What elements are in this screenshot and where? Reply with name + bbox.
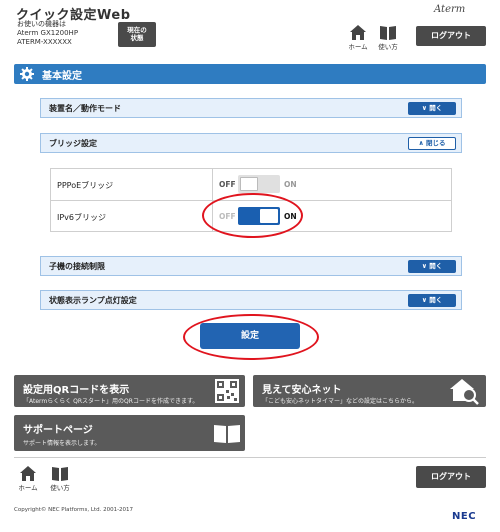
- tile-title: 見えて安心ネット: [262, 385, 342, 396]
- open-button[interactable]: ∨ 開く: [408, 102, 456, 115]
- accordion-bridge[interactable]: ブリッジ設定 ∧ 閉じる: [40, 133, 462, 153]
- model-sub: ATERM-XXXXXX: [17, 38, 72, 46]
- highlight-ellipse-ipv6: [202, 193, 303, 238]
- status-label-line1: 現在の: [127, 26, 147, 34]
- pppoe-bridge-toggle[interactable]: [238, 175, 280, 193]
- open-button[interactable]: ∨ 開く: [408, 294, 456, 307]
- open-label: 開く: [429, 104, 443, 112]
- copyright: Copyright© NEC Platforms, Ltd. 2001-2017: [14, 507, 134, 513]
- tile-subtitle: 「Atermらくらく QRスタート」用のQRコードを作成できます。: [23, 398, 199, 405]
- close-button[interactable]: ∧ 閉じる: [408, 137, 456, 150]
- footer-divider: [14, 457, 486, 458]
- help-label: 使い方: [50, 484, 70, 492]
- home-label: ホーム: [348, 43, 368, 51]
- open-label: 開く: [429, 296, 443, 304]
- home-icon: [350, 25, 366, 40]
- accordion-status-lamp[interactable]: 状態表示ランプ点灯設定 ∨ 開く: [40, 290, 462, 310]
- book-icon: [380, 26, 396, 40]
- nec-logo: NEC: [452, 511, 477, 522]
- aterm-logo: Aterm: [434, 4, 466, 15]
- close-label: 閉じる: [426, 139, 446, 147]
- home-button[interactable]: ホーム: [345, 25, 371, 51]
- on-label: ON: [284, 180, 297, 189]
- home-label: ホーム: [18, 484, 38, 492]
- accordion-title: 状態表示ランプ点灯設定: [49, 296, 137, 305]
- accordion-title: ブリッジ設定: [49, 139, 97, 148]
- divider: [212, 169, 213, 200]
- model-info: お使いの機器は Aterm GX1200HP ATERM-XXXXXX: [17, 20, 78, 47]
- open-button[interactable]: ∨ 開く: [408, 260, 456, 273]
- footer-home-button[interactable]: ホーム: [15, 466, 41, 492]
- tile-subtitle: 「こども安心ネットタイマー」などの設定はこちらから。: [262, 398, 419, 405]
- tile-subtitle: サポート情報を表示します。: [23, 440, 101, 447]
- logout-button[interactable]: ログアウト: [416, 26, 486, 46]
- header: クイック設定Web お使いの機器は Aterm GX1200HP ATERM-X…: [0, 0, 500, 55]
- safety-net-tile[interactable]: 見えて安心ネット 「こども安心ネットタイマー」などの設定はこちらから。: [253, 375, 486, 407]
- gear-icon: [20, 67, 34, 81]
- qr-code-icon: [215, 379, 239, 403]
- tile-title: サポートページ: [23, 425, 93, 436]
- book-icon: [52, 467, 68, 481]
- open-label: 開く: [429, 262, 443, 270]
- highlight-ellipse-apply: [183, 314, 319, 360]
- accordion-device-mode[interactable]: 装置名／動作モード ∨ 開く: [40, 98, 462, 118]
- status-label-line2: 状態: [130, 34, 144, 42]
- accordion-title: 装置名／動作モード: [49, 104, 121, 113]
- home-search-icon: [450, 379, 479, 405]
- setting-label: IPv6ブリッジ: [57, 213, 107, 222]
- footer-logout-button[interactable]: ログアウト: [416, 466, 486, 488]
- off-label: OFF: [219, 180, 236, 189]
- footer-help-button[interactable]: 使い方: [47, 466, 73, 492]
- section-header: 基本設定: [14, 64, 486, 84]
- tile-title: 設定用QRコードを表示: [23, 385, 130, 396]
- qr-code-tile[interactable]: 設定用QRコードを表示 「Atermらくらく QRスタート」用のQRコードを作成…: [14, 375, 245, 407]
- model-label: お使いの機器は: [17, 20, 66, 28]
- model-name: Aterm GX1200HP: [17, 29, 79, 37]
- home-icon: [20, 466, 36, 481]
- toggle-knob: [240, 177, 258, 191]
- accordion-title: 子機の接続制限: [49, 262, 105, 271]
- chevron-up-icon: ∧: [418, 139, 427, 147]
- current-status-button[interactable]: 現在の 状態: [118, 22, 156, 47]
- help-label: 使い方: [378, 43, 398, 51]
- accordion-connection-limit[interactable]: 子機の接続制限 ∨ 開く: [40, 256, 462, 276]
- support-tile[interactable]: サポートページ サポート情報を表示します。: [14, 415, 245, 451]
- book-icon: [214, 425, 240, 443]
- setting-label: PPPoEブリッジ: [57, 181, 114, 190]
- help-button[interactable]: 使い方: [375, 25, 401, 51]
- section-title: 基本設定: [42, 71, 82, 82]
